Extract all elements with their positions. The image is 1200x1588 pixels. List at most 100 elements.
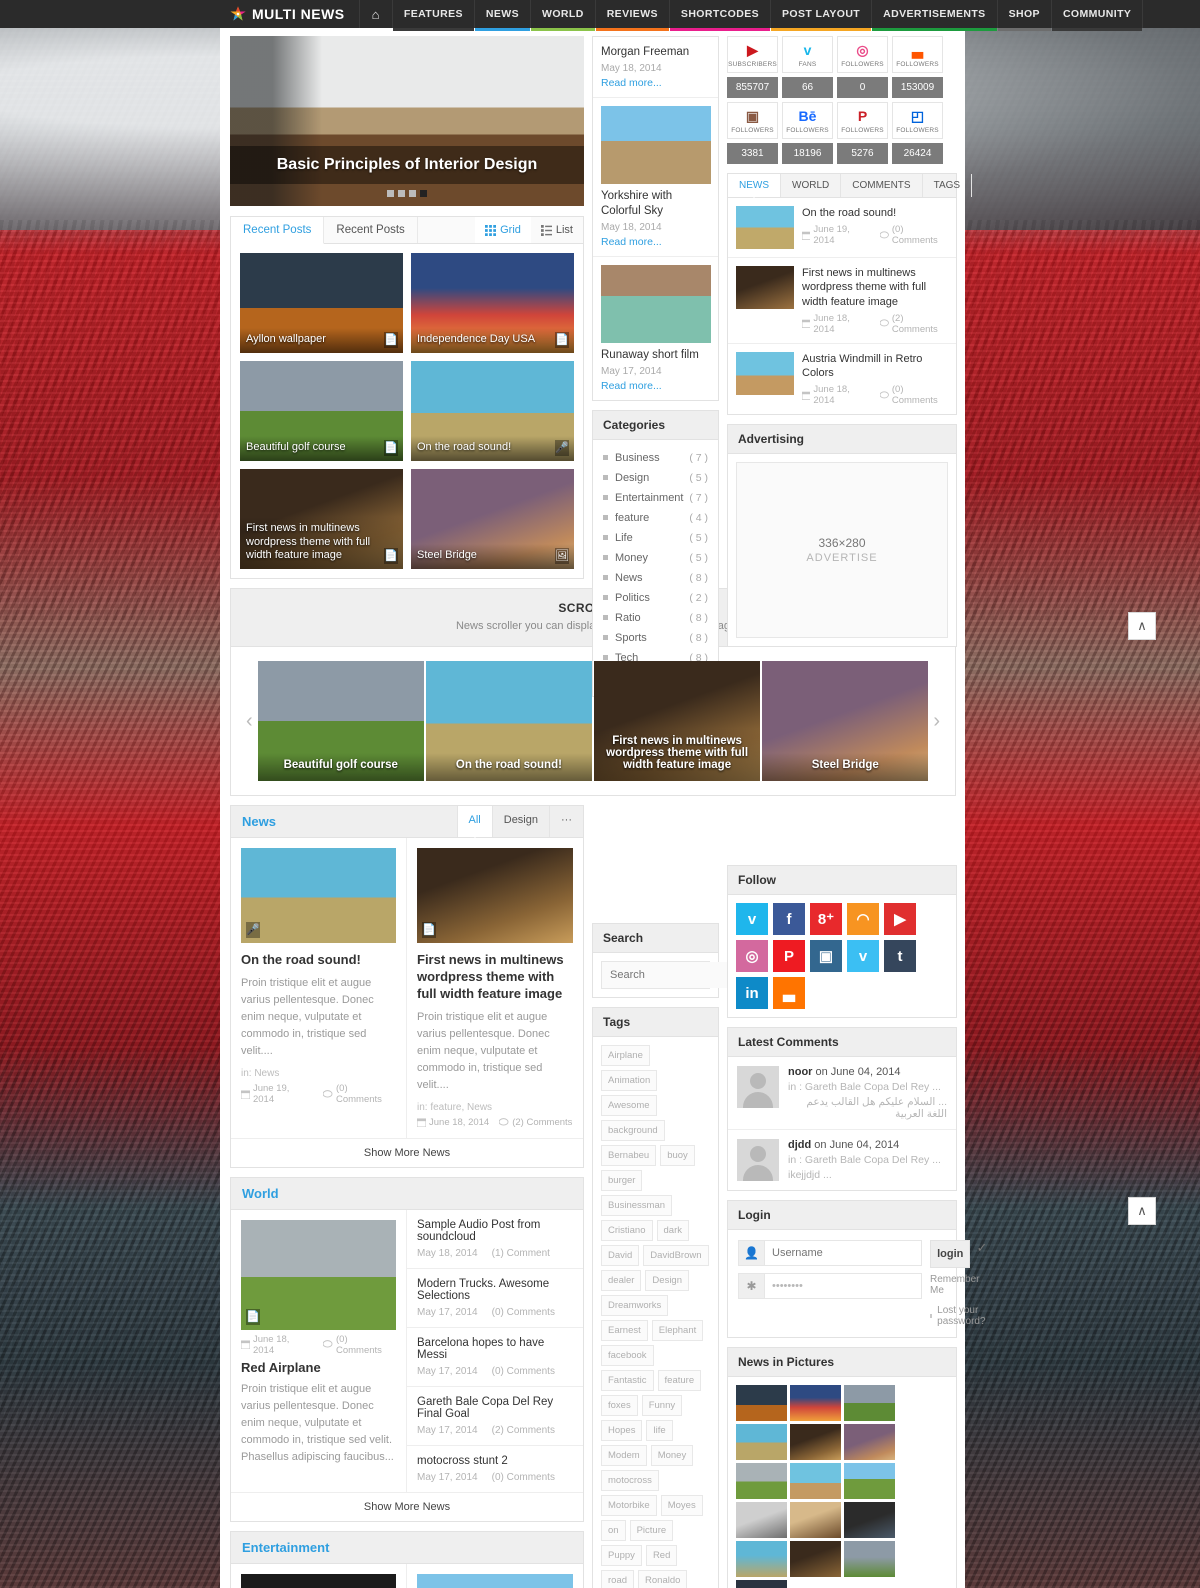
- comment-post-link[interactable]: in : Gareth Bale Copa Del Rey ...: [788, 1154, 947, 1166]
- tag-item[interactable]: Modem: [601, 1444, 647, 1466]
- mid-news-item[interactable]: Morgan Freeman May 18, 2014 Read more...: [593, 37, 718, 98]
- tab-news-row[interactable]: On the road sound! June 19, 2014 (0) Comme…: [728, 198, 956, 258]
- tag-item[interactable]: road: [601, 1569, 635, 1588]
- social-counters-grid[interactable]: ▶ SUBSCRIBERS 855707 v FANS 66 ◎ FOLLOWERS 0 ▃ FOL…: [727, 36, 957, 164]
- news-show-more[interactable]: Show More News: [231, 1137, 583, 1167]
- tag-item[interactable]: Design: [645, 1269, 689, 1291]
- instagram-icon[interactable]: ▣: [810, 940, 842, 973]
- lost-password-link[interactable]: Lost your password?: [930, 1305, 987, 1327]
- tag-item[interactable]: Motorbike: [601, 1494, 657, 1516]
- password-field-row[interactable]: ✱: [738, 1273, 922, 1300]
- news-in-pictures-grid[interactable]: [728, 1377, 956, 1588]
- view-mode-list[interactable]: List: [531, 217, 583, 243]
- advertise-placeholder[interactable]: 336×280 ADVERTISE: [736, 462, 948, 639]
- tag-item[interactable]: David: [601, 1244, 640, 1266]
- comment-post-link[interactable]: in : Gareth Bale Copa Del Rey ...: [788, 1081, 947, 1093]
- dribbble-icon[interactable]: ◎: [736, 940, 768, 973]
- category-item[interactable]: Ratio ( 8 ): [601, 608, 710, 628]
- tag-item[interactable]: Animation: [601, 1069, 658, 1091]
- view-mode-switch[interactable]: Grid List: [475, 217, 583, 243]
- slider-dot-3[interactable]: [409, 190, 416, 197]
- mid-news-list[interactable]: Morgan Freeman May 18, 2014 Read more... Yo…: [593, 37, 718, 400]
- picture-thumb[interactable]: [844, 1541, 895, 1578]
- world-list-item[interactable]: Barcelona hopes to have Messi May 17, 201…: [407, 1328, 583, 1387]
- tag-item[interactable]: Dreamworks: [601, 1294, 669, 1316]
- tag-item[interactable]: Red: [645, 1544, 678, 1566]
- news-cards[interactable]: 🎤 On the road sound! Proin tristique elit …: [231, 838, 583, 1138]
- search-row[interactable]: [601, 960, 774, 989]
- tag-item[interactable]: buoy: [660, 1144, 695, 1166]
- nav-item-world[interactable]: WORLD: [530, 0, 595, 31]
- nav-item-advertisements[interactable]: ADVERTISEMENTS: [871, 0, 997, 31]
- recent-post-card[interactable]: Independence Day USA 📄: [411, 253, 574, 353]
- scroller-slide[interactable]: On the road sound!: [425, 661, 593, 781]
- social-counter[interactable]: ◎ FOLLOWERS 0: [837, 36, 888, 98]
- username-field-row[interactable]: 👤: [738, 1240, 922, 1267]
- tab-news[interactable]: NEWS: [728, 174, 781, 197]
- tab-comments[interactable]: COMMENTS: [841, 174, 923, 197]
- youtube-icon[interactable]: ▶: [884, 903, 916, 936]
- social-counter[interactable]: Bē FOLLOWERS 18196: [782, 102, 833, 164]
- tag-item[interactable]: Businessman: [601, 1194, 673, 1216]
- categories-list[interactable]: Business ( 7 ) Design ( 5 ) Entertainment ( 7…: [593, 440, 718, 696]
- twitter-icon[interactable]: ᴠ: [736, 903, 768, 936]
- slider-dot-4[interactable]: [420, 190, 427, 197]
- social-counter[interactable]: ▶ SUBSCRIBERS 855707: [727, 36, 778, 98]
- scroller-prev-arrow[interactable]: ‹: [241, 710, 258, 733]
- tag-item[interactable]: Puppy: [601, 1544, 642, 1566]
- tab-news-row[interactable]: Austria Windmill in Retro Colors June 18,…: [728, 344, 956, 415]
- site-logo[interactable]: MULTI NEWS: [220, 0, 359, 28]
- tab-recent-posts-1[interactable]: Recent Posts: [231, 217, 325, 244]
- nav-item-news[interactable]: NEWS: [473, 0, 531, 31]
- tag-item[interactable]: feature: [657, 1369, 702, 1391]
- world-list-item[interactable]: Modern Trucks. Awesome Selections May 17,…: [407, 1269, 583, 1328]
- slider-dot-2[interactable]: [398, 190, 405, 197]
- picture-thumb[interactable]: [736, 1541, 787, 1578]
- nav-item-home[interactable]: ⌂: [358, 0, 392, 28]
- picture-thumb[interactable]: [736, 1385, 787, 1422]
- nav-item-community[interactable]: COMMUNITY: [1050, 0, 1144, 31]
- recent-posts-tabbar[interactable]: Recent Posts Recent Posts Grid List: [231, 217, 583, 244]
- entertainment-cards[interactable]: 📄 📄: [231, 1563, 583, 1588]
- vimeo-icon[interactable]: v: [847, 940, 879, 973]
- scroll-top-button-1[interactable]: ∧: [1128, 612, 1156, 640]
- nav-item-post-layout[interactable]: POST LAYOUT: [770, 0, 872, 31]
- news-card[interactable]: 🎤 On the road sound! Proin tristique elit …: [231, 838, 407, 1138]
- slider-dot-1[interactable]: [387, 190, 394, 197]
- world-list-item[interactable]: Sample Audio Post from soundcloud May 18,…: [407, 1210, 583, 1269]
- tag-item[interactable]: dealer: [601, 1269, 642, 1291]
- scroll-top-button-2[interactable]: ∧: [1128, 1197, 1156, 1225]
- mid-news-item[interactable]: Runaway short film May 17, 2014 Read more.…: [593, 257, 718, 400]
- tags-cloud[interactable]: Airplane Animation Awesome background Bernab…: [601, 1044, 710, 1588]
- tag-item[interactable]: background: [601, 1119, 665, 1141]
- tag-item[interactable]: Awesome: [601, 1094, 657, 1116]
- tag-item[interactable]: on: [601, 1519, 626, 1541]
- category-item[interactable]: Business ( 7 ): [601, 448, 710, 468]
- tag-item[interactable]: Fantastic: [601, 1369, 654, 1391]
- view-mode-grid[interactable]: Grid: [475, 217, 531, 243]
- tag-item[interactable]: burger: [601, 1169, 643, 1191]
- picture-thumb[interactable]: [736, 1580, 787, 1588]
- picture-thumb[interactable]: [844, 1502, 895, 1539]
- main-navigation[interactable]: MULTI NEWS ⌂ FEATURES NEWS WORLD REVIEWS SHO…: [0, 0, 1200, 31]
- world-list-item[interactable]: motocross stunt 2 May 17, 2014 (0) Comment…: [407, 1446, 583, 1492]
- entertainment-card-2[interactable]: 📄: [407, 1564, 583, 1588]
- tag-item[interactable]: Earnest: [601, 1319, 648, 1341]
- soundcloud-icon[interactable]: ▃: [773, 977, 805, 1010]
- tab-news-row[interactable]: First news in multinews wordpress theme …: [728, 258, 956, 344]
- comment-item[interactable]: djdd on June 04, 2014 in : Gareth Bale Co…: [728, 1130, 956, 1190]
- picture-thumb[interactable]: [790, 1424, 841, 1461]
- tag-item[interactable]: Bernabeu: [601, 1144, 657, 1166]
- world-list-item[interactable]: Gareth Bale Copa Del Rey Final Goal May 1…: [407, 1387, 583, 1446]
- scroller-slide[interactable]: Beautiful golf course: [257, 661, 424, 781]
- filter-design[interactable]: Design: [491, 806, 549, 837]
- picture-thumb[interactable]: [736, 1502, 787, 1539]
- linkedin-icon[interactable]: in: [736, 977, 768, 1010]
- tag-item[interactable]: DavidBrown: [643, 1244, 709, 1266]
- nav-item-shop[interactable]: SHOP: [996, 0, 1051, 31]
- tag-item[interactable]: life: [646, 1419, 673, 1441]
- recent-post-card[interactable]: First news in multinews wordpress theme …: [240, 469, 403, 569]
- tag-item[interactable]: dark: [656, 1219, 689, 1241]
- picture-thumb[interactable]: [736, 1424, 787, 1461]
- mid-news-readmore[interactable]: Read more...: [601, 236, 710, 248]
